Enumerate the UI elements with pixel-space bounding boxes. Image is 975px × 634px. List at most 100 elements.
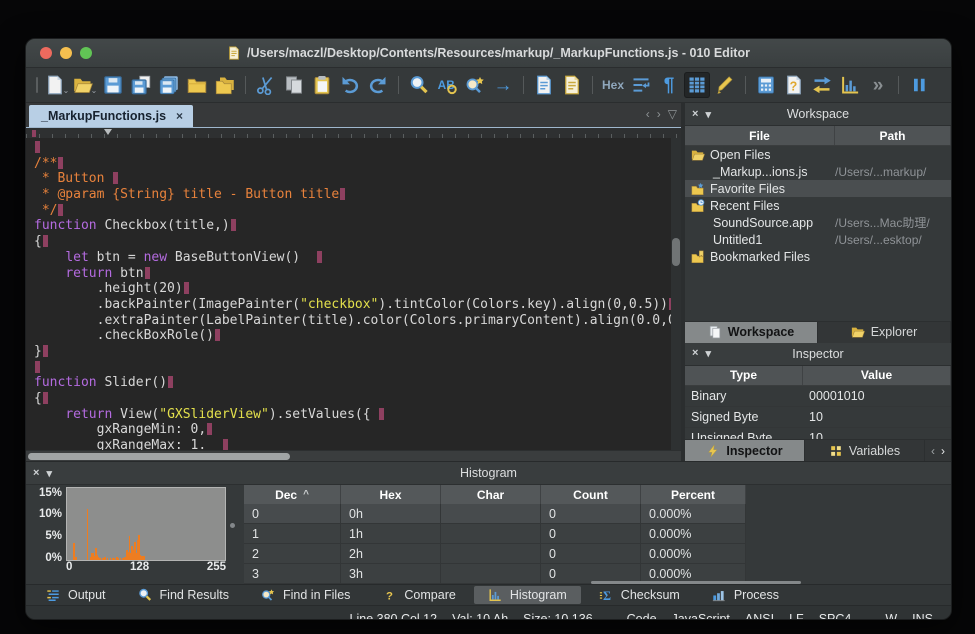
column-header-file[interactable]: File (685, 126, 835, 145)
open-recent-icon (215, 75, 235, 95)
panel-tabs-back-icon[interactable]: ‹ (931, 444, 935, 458)
editor-horizontal-scrollbar[interactable] (26, 450, 681, 461)
histogram-button[interactable] (837, 72, 863, 98)
tree-item--markup-ions-js[interactable]: _Markup...ions.js/Users/...markup/ (685, 163, 951, 180)
copy-button[interactable] (281, 72, 307, 98)
status-group: WINS (885, 612, 933, 620)
grid-icon (829, 444, 843, 458)
code-line: .height(20) (34, 281, 671, 297)
goto-button[interactable]: → (490, 72, 516, 98)
pause-button[interactable] (906, 72, 932, 98)
inspector-row[interactable]: Binary00001010 (685, 386, 951, 407)
tree-item-open-files[interactable]: Open Files (685, 146, 951, 163)
find-in-files-button[interactable] (462, 72, 488, 98)
run-script-button[interactable] (531, 72, 557, 98)
inspector-row[interactable]: Signed Byte10 (685, 407, 951, 428)
paragraph-mark (35, 361, 40, 373)
prev-tab-icon[interactable]: ‹ (646, 107, 650, 121)
tab-workspace[interactable]: Workspace (685, 322, 818, 343)
tab-histogram[interactable]: Histogram (474, 586, 581, 604)
redo-button[interactable] (365, 72, 391, 98)
calculator-button[interactable] (753, 72, 779, 98)
more-tools-button[interactable]: » (865, 72, 891, 98)
tree-item-soundsource-app[interactable]: SoundSource.app/Users...Mac助理/ (685, 214, 951, 231)
editor-vertical-scrollbar[interactable] (671, 138, 681, 450)
open-file-button[interactable]: ⌄ (72, 72, 98, 98)
code-line (34, 360, 671, 376)
workspace-column-headers: File Path (685, 126, 951, 146)
histogram-table-header: Dec^HexCharCountPercent (244, 485, 746, 504)
histogram-panel-scrollbar[interactable] (591, 581, 801, 584)
tab-process[interactable]: Process (698, 586, 793, 604)
inspector-table: Binary00001010Signed Byte10Unsigned Byte… (685, 386, 951, 440)
open-folder-button[interactable] (184, 72, 210, 98)
ruler-cursor-marker (104, 129, 112, 135)
undo-button[interactable] (337, 72, 363, 98)
tab-close-icon[interactable]: × (176, 109, 183, 123)
column-header-path[interactable]: Path (835, 126, 951, 145)
column-mode-button[interactable] (684, 72, 710, 98)
histogram-column-hex[interactable]: Hex (341, 485, 441, 504)
histogram-panel: × ▾ Histogram 15%10%5%0% 0128255 Dec^Hex… (26, 461, 951, 584)
paste-button[interactable] (309, 72, 335, 98)
histogram-row[interactable]: 00h00.000% (244, 504, 746, 524)
tree-item-favorite-files[interactable]: Favorite Files (685, 180, 951, 197)
inspector-close-icon[interactable]: × (692, 347, 698, 360)
find-button[interactable] (406, 72, 432, 98)
open-recent-button[interactable] (212, 72, 238, 98)
histogram-column-dec[interactable]: Dec^ (244, 485, 341, 504)
histogram-column-char[interactable]: Char (441, 485, 541, 504)
paragraph-mark (379, 408, 384, 420)
histogram-panel-header: × ▾ Histogram (26, 462, 951, 485)
tab-find-in-files[interactable]: Find in Files (247, 586, 364, 604)
tree-item-bookmarked-files[interactable]: Bookmarked Files (685, 248, 951, 265)
histogram-table-rows: 00h00.000%11h00.000%22h00.000%33h00.000% (244, 504, 746, 584)
word-wrap-button[interactable] (628, 72, 654, 98)
histogram-menu-icon[interactable]: ▾ (46, 467, 52, 480)
hex-view-button[interactable]: Hex (600, 72, 626, 98)
histogram-row[interactable]: 11h00.000% (244, 524, 746, 544)
workspace-menu-icon[interactable]: ▾ (705, 108, 711, 121)
histogram-column-count[interactable]: Count (541, 485, 641, 504)
swap-bytes-button[interactable] (809, 72, 835, 98)
tree-item-recent-files[interactable]: Recent Files (685, 197, 951, 214)
cut-button[interactable] (253, 72, 279, 98)
column-header-value[interactable]: Value (803, 366, 951, 385)
new-file-button[interactable]: ⌄ (44, 72, 70, 98)
tab-markupfunctions[interactable]: _MarkupFunctions.js × (29, 105, 193, 127)
column-header-type[interactable]: Type (685, 366, 803, 385)
tab-compare[interactable]: Compare (368, 586, 469, 604)
chart-table-splitter[interactable] (230, 523, 235, 528)
chart-icon (488, 588, 502, 602)
highlight-button[interactable] (712, 72, 738, 98)
tab-inspector[interactable]: Inspector (685, 440, 805, 461)
histogram-close-icon[interactable]: × (33, 467, 39, 480)
compare-files-icon (784, 75, 804, 95)
show-whitespace-button[interactable]: ¶ (656, 72, 682, 98)
histogram-row[interactable]: 22h00.000% (244, 544, 746, 564)
histogram-column-percent[interactable]: Percent (641, 485, 746, 504)
tab-explorer[interactable]: Explorer (818, 322, 951, 343)
save-button[interactable] (100, 72, 126, 98)
workspace-close-icon[interactable]: × (692, 108, 698, 121)
tree-item-untitled1[interactable]: Untitled1/Users/...esktop/ (685, 231, 951, 248)
tab-variables[interactable]: Variables (805, 440, 925, 461)
tab-checksum[interactable]: Checksum (585, 586, 694, 604)
panel-tabs-forward-icon[interactable]: › (941, 444, 945, 458)
compare-files-button[interactable] (781, 72, 807, 98)
save-as-button[interactable] (128, 72, 154, 98)
status-item: Val: 10 Ah (452, 612, 508, 620)
inspector-row[interactable]: Unsigned Byte10 (685, 428, 951, 440)
tab-list-icon[interactable]: ▽ (668, 107, 677, 121)
tab-find-results[interactable]: Find Results (124, 586, 243, 604)
replace-button[interactable] (434, 72, 460, 98)
tab-output[interactable]: Output (32, 586, 120, 604)
save-all-button[interactable] (156, 72, 182, 98)
next-tab-icon[interactable]: › (657, 107, 661, 121)
run-template-button[interactable] (559, 72, 585, 98)
titlebar: /Users/maczl/Desktop/Contents/Resources/… (26, 39, 951, 68)
magnifier-icon (138, 588, 152, 602)
folder-clock-icon (691, 199, 705, 213)
code-area[interactable]: /** * Button * @param {String} title - B… (26, 138, 671, 450)
inspector-menu-icon[interactable]: ▾ (705, 347, 711, 360)
